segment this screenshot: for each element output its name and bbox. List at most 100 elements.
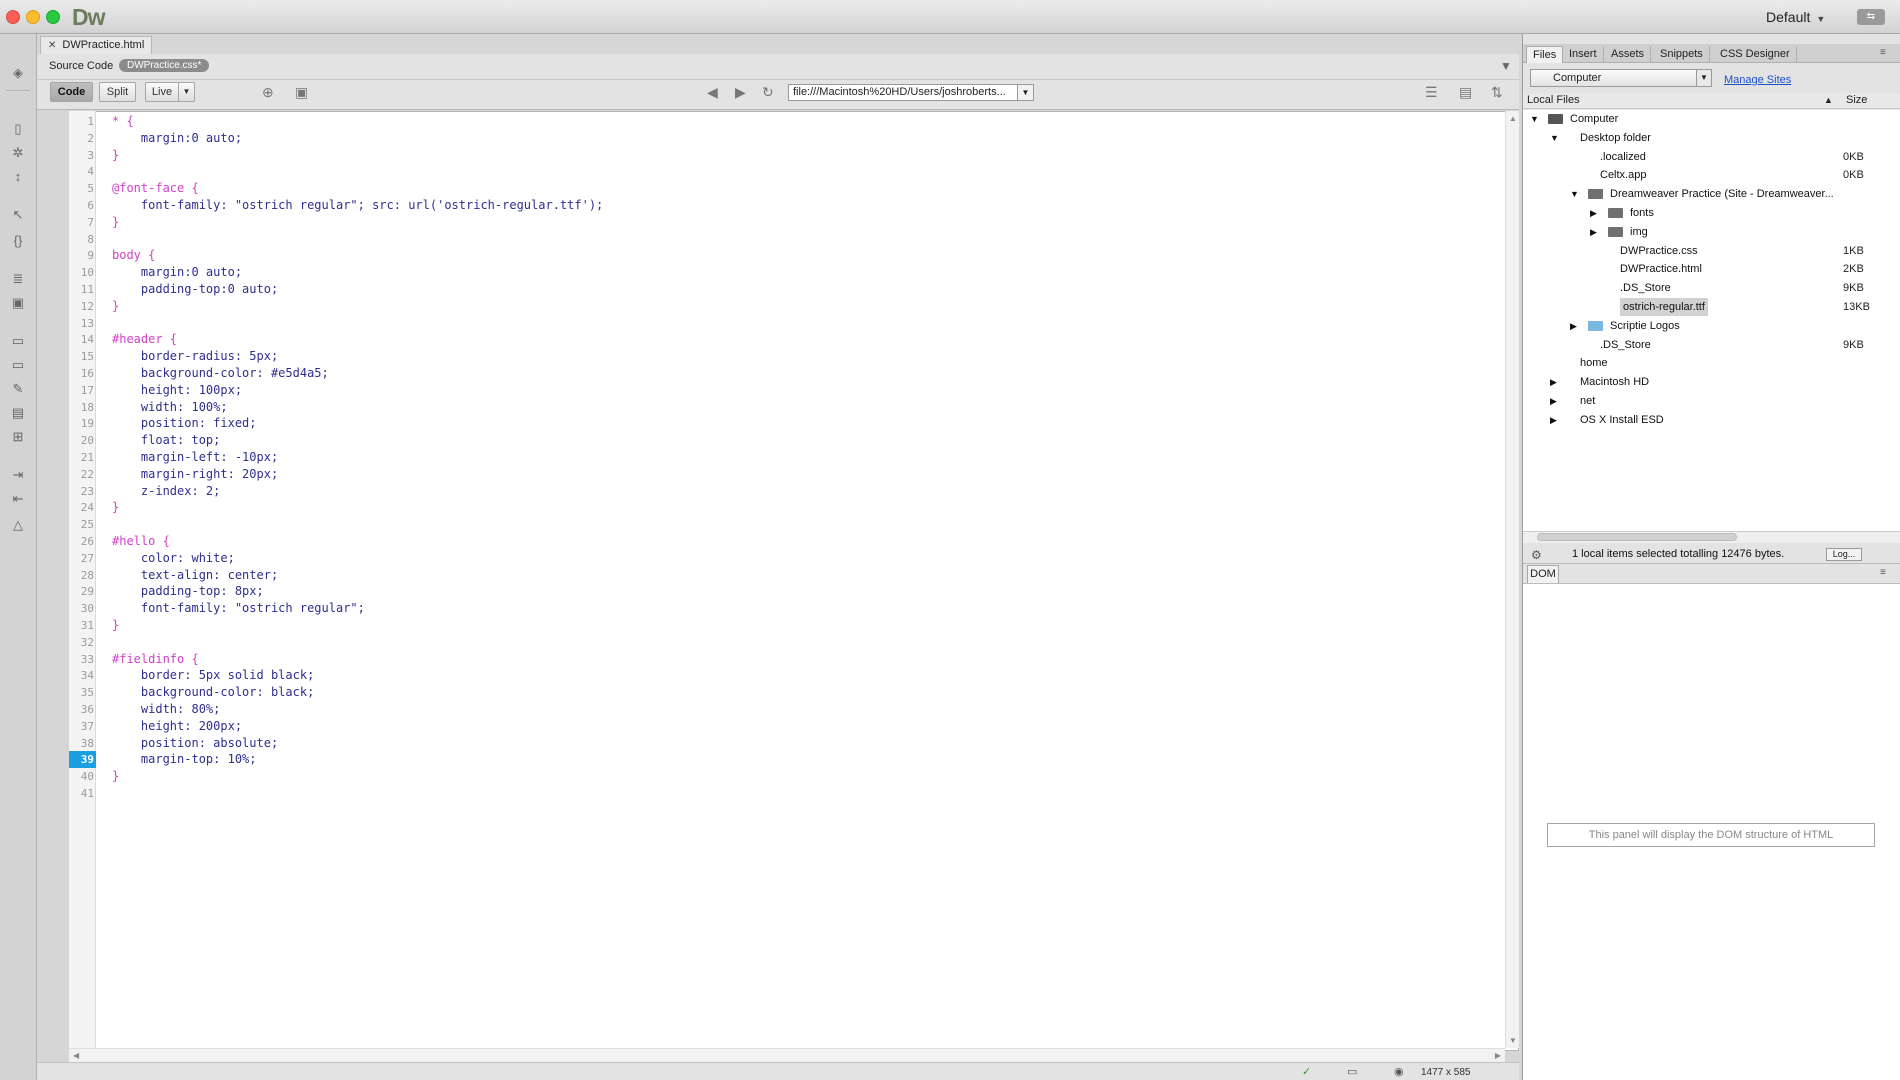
site-select[interactable]: Computer xyxy=(1530,69,1712,87)
file-tree-item[interactable]: Scriptie Logos xyxy=(1610,317,1680,335)
tab-files[interactable]: Files xyxy=(1526,46,1564,63)
globe-icon[interactable]: ◉ xyxy=(1394,1065,1404,1078)
chevron-right-icon[interactable]: ▶ xyxy=(1550,411,1557,429)
select-parent-tag-icon[interactable]: ↖ xyxy=(8,206,28,224)
chevron-right-icon[interactable]: ▶ xyxy=(1550,392,1557,410)
window-size-readout[interactable]: 1477 x 585 xyxy=(1421,1067,1471,1078)
code-line[interactable]: padding-top: 8px; xyxy=(112,583,264,600)
code-line[interactable]: #hello { xyxy=(112,533,170,550)
scroll-up-icon[interactable]: ▲ xyxy=(1509,114,1517,123)
chevron-down-icon[interactable]: ▼ xyxy=(1530,110,1539,128)
code-line[interactable]: } xyxy=(112,768,119,785)
refresh-icon[interactable]: ↻ xyxy=(762,84,774,101)
code-line[interactable]: font-family: "ostrich regular"; xyxy=(112,600,365,617)
file-tree-item[interactable]: Dreamweaver Practice (Site - Dreamweaver… xyxy=(1610,185,1834,203)
close-icon[interactable]: ✕ xyxy=(48,40,56,51)
highlight-invalid-icon[interactable]: ▣ xyxy=(8,294,28,312)
site-select-dropdown[interactable]: ▼ xyxy=(1696,69,1712,87)
code-line[interactable]: float: top; xyxy=(112,432,220,449)
code-line[interactable]: position: absolute; xyxy=(112,735,278,752)
code-navigator-icon[interactable]: ☰ xyxy=(1425,84,1438,101)
tab-dom[interactable]: DOM xyxy=(1527,565,1559,583)
split-view-button[interactable]: Split xyxy=(99,82,136,102)
code-line[interactable]: margin:0 auto; xyxy=(112,264,242,281)
document-tab[interactable]: ✕ DWPractice.html xyxy=(40,36,152,54)
window-close-button[interactable] xyxy=(6,10,20,24)
outdent-icon[interactable]: ⇤ xyxy=(8,490,28,508)
code-line[interactable]: padding-top:0 auto; xyxy=(112,281,278,298)
file-tree-item[interactable]: ostrich-regular.ttf xyxy=(1620,298,1708,316)
line-numbers-icon[interactable]: ≣ xyxy=(8,270,28,288)
open-documents-icon[interactable]: ▯ xyxy=(8,120,28,138)
code-line[interactable]: width: 100%; xyxy=(112,399,228,416)
chevron-down-icon[interactable]: ▼ xyxy=(1570,185,1579,203)
code-line[interactable]: @font-face { xyxy=(112,180,199,197)
file-tree-item[interactable]: Computer xyxy=(1570,110,1618,128)
code-line[interactable]: position: fixed; xyxy=(112,415,257,432)
code-line[interactable]: } xyxy=(112,298,119,315)
panel-menu-icon[interactable]: ≡ xyxy=(1880,47,1886,58)
inspect-icon[interactable]: ⊕ xyxy=(262,84,274,101)
code-view-button[interactable]: Code xyxy=(50,82,93,102)
window-maximize-button[interactable] xyxy=(46,10,60,24)
address-bar[interactable]: file:///Macintosh%20HD/Users/joshroberts… xyxy=(788,84,1024,101)
code-line[interactable]: margin-right: 20px; xyxy=(112,466,278,483)
file-tree-item[interactable]: Macintosh HD xyxy=(1580,373,1649,391)
live-code-icon[interactable]: ▣ xyxy=(295,84,308,101)
window-size-icon[interactable]: ▭ xyxy=(1347,1065,1357,1078)
code-line[interactable]: * { xyxy=(112,113,134,130)
filter-icon[interactable]: ▼ xyxy=(1500,59,1512,73)
code-line[interactable]: z-index: 2; xyxy=(112,483,220,500)
code-line[interactable]: margin-left: -10px; xyxy=(112,449,278,466)
code-line[interactable]: width: 80%; xyxy=(112,701,220,718)
code-line[interactable]: font-family: "ostrich regular"; src: url… xyxy=(112,197,603,214)
related-file-css[interactable]: DWPractice.css* xyxy=(119,59,210,72)
window-minimize-button[interactable] xyxy=(26,10,40,24)
tab-insert[interactable]: Insert xyxy=(1563,46,1604,63)
tab-snippets[interactable]: Snippets xyxy=(1654,46,1710,63)
chevron-right-icon[interactable]: ▶ xyxy=(1570,317,1577,335)
format-source-icon[interactable]: △ xyxy=(8,516,28,534)
code-line[interactable]: margin:0 auto; xyxy=(112,130,242,147)
code-line[interactable]: } xyxy=(112,617,119,634)
file-tree-item[interactable]: DWPractice.css xyxy=(1620,242,1698,260)
wrap-tag-icon[interactable]: ✎ xyxy=(8,380,28,398)
scroll-thumb[interactable] xyxy=(1537,533,1737,541)
scroll-down-icon[interactable]: ▼ xyxy=(1509,1036,1517,1045)
file-tree-item[interactable]: OS X Install ESD xyxy=(1580,411,1664,429)
apply-comment-icon[interactable]: ▭ xyxy=(8,332,28,350)
file-tree-item[interactable]: fonts xyxy=(1630,204,1654,222)
horizontal-scrollbar[interactable]: ◀ ▶ xyxy=(69,1048,1505,1062)
indent-icon[interactable]: ⇥ xyxy=(8,466,28,484)
code-line[interactable]: height: 200px; xyxy=(112,718,242,735)
chevron-right-icon[interactable]: ▶ xyxy=(1550,373,1557,391)
remove-comment-icon[interactable]: ▭ xyxy=(8,356,28,374)
file-tree-item[interactable]: .DS_Store xyxy=(1600,336,1651,354)
tab-assets[interactable]: Assets xyxy=(1605,46,1652,63)
back-arrow-icon[interactable]: ◀ xyxy=(707,84,718,101)
log-button[interactable]: Log... xyxy=(1826,548,1862,561)
code-line[interactable]: } xyxy=(112,214,119,231)
expand-all-icon[interactable]: ↕ xyxy=(8,168,28,186)
code-editor[interactable] xyxy=(69,111,1519,1051)
file-tree-item[interactable]: .localized xyxy=(1600,148,1646,166)
local-files-column[interactable]: Local Files xyxy=(1527,94,1580,106)
code-line[interactable]: color: white; xyxy=(112,550,235,567)
view-options-icon[interactable]: ▤ xyxy=(1459,84,1472,101)
chevron-down-icon[interactable]: ▼ xyxy=(1550,129,1559,147)
file-tree-item[interactable]: Desktop folder xyxy=(1580,129,1651,147)
size-column[interactable]: Size xyxy=(1846,94,1867,106)
file-management-icon[interactable]: ✲ xyxy=(8,144,28,162)
code-line[interactable]: background-color: #e5d4a5; xyxy=(112,365,329,382)
file-tree-item[interactable]: home xyxy=(1580,354,1608,372)
scroll-left-icon[interactable]: ◀ xyxy=(73,1051,79,1060)
live-view-menu-button[interactable]: ▼ xyxy=(178,82,195,102)
vertical-scrollbar[interactable]: ▲ ▼ xyxy=(1505,111,1519,1048)
code-line[interactable]: body { xyxy=(112,247,155,264)
tab-css-designer[interactable]: CSS Designer xyxy=(1714,46,1797,63)
panel-menu-icon[interactable]: ≡ xyxy=(1880,567,1886,578)
sort-asc-icon[interactable]: ▲ xyxy=(1824,95,1833,105)
code-line[interactable]: } xyxy=(112,147,119,164)
extract-icon[interactable]: ◈ xyxy=(8,64,28,82)
file-tree-item[interactable]: net xyxy=(1580,392,1595,410)
